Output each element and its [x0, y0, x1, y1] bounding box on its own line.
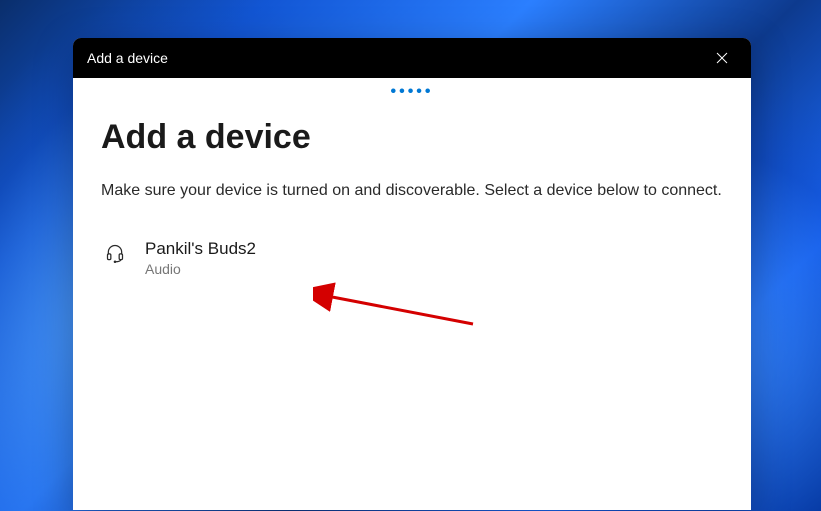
close-button[interactable]	[707, 43, 737, 73]
device-info: Pankil's Buds2 Audio	[145, 239, 256, 277]
headset-icon	[105, 243, 125, 263]
page-subtext: Make sure your device is turned on and d…	[101, 179, 723, 203]
close-icon	[716, 52, 728, 64]
device-list-item[interactable]: Pankil's Buds2 Audio	[101, 231, 723, 285]
loading-indicator: •••••	[73, 78, 751, 100]
add-device-dialog: Add a device ••••• Add a device Make sur…	[73, 38, 751, 510]
page-title: Add a device	[101, 118, 723, 157]
device-type-label: Audio	[145, 261, 256, 277]
dialog-content: Add a device Make sure your device is tu…	[73, 100, 751, 303]
dialog-titlebar: Add a device	[73, 38, 751, 78]
titlebar-text: Add a device	[87, 50, 168, 66]
device-name-label: Pankil's Buds2	[145, 239, 256, 259]
